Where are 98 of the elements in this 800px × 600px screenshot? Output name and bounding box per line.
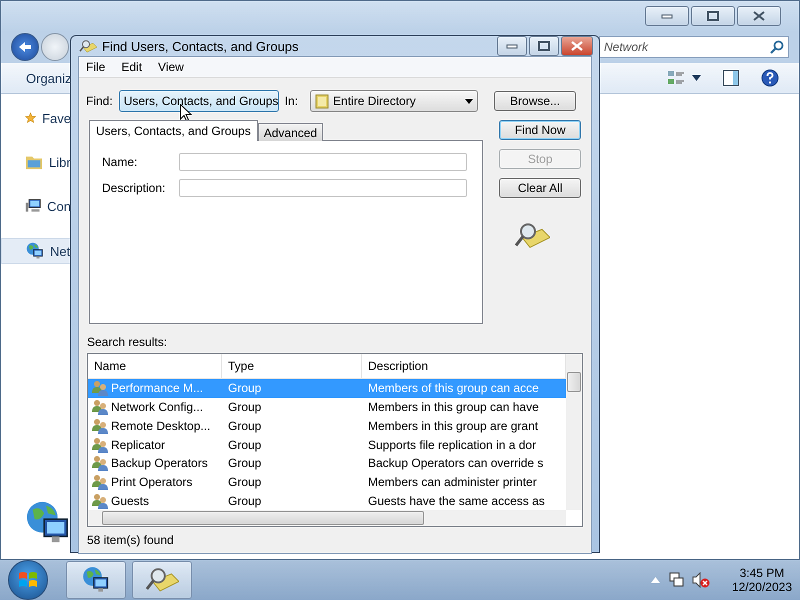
status-text: 58 item(s) found <box>86 532 175 549</box>
network-icon <box>26 242 44 260</box>
table-cell-text: Members can administer printer <box>367 474 538 489</box>
minimize-button[interactable] <box>497 36 527 56</box>
table-cell: Print Operators <box>111 474 192 489</box>
folder-icon <box>25 154 43 170</box>
table-cell-text: Group <box>227 400 262 414</box>
minimize-button[interactable] <box>645 6 689 26</box>
group-icon <box>92 380 109 396</box>
result-row[interactable]: Network Config... Group Members in this group can have <box>88 398 566 416</box>
menu-item[interactable]: View <box>157 60 185 74</box>
group-icon <box>92 492 109 509</box>
muted-speaker-icon[interactable] <box>692 572 710 588</box>
horizontal-scrollbar[interactable] <box>88 510 566 526</box>
field-label: Description: <box>102 181 166 195</box>
table-cell-text: Members in this group can have <box>367 400 540 414</box>
action-button[interactable]: Clear All <box>499 178 581 198</box>
close-button[interactable] <box>737 6 781 26</box>
find-label: Find: <box>86 94 113 108</box>
table-cell-text: Backup Operators can override s <box>367 456 544 470</box>
search-icon <box>514 221 550 250</box>
caret-icon[interactable] <box>692 75 701 81</box>
close-button[interactable] <box>561 36 593 56</box>
browse-button[interactable]: Browse... <box>494 91 576 111</box>
clock-time[interactable]: 3:45 PM <box>740 566 784 580</box>
view-icon[interactable] <box>668 71 684 85</box>
input-field[interactable] <box>179 179 467 197</box>
minimize-icon <box>661 13 673 19</box>
group-icon <box>92 455 109 472</box>
table-cell-text: Group <box>227 456 262 470</box>
maximize-icon <box>538 41 550 51</box>
result-row[interactable]: Guests Group Guests have the same access as <box>88 491 566 510</box>
menu-item[interactable]: Edit <box>120 60 144 74</box>
back-button[interactable] <box>11 33 39 61</box>
column-header[interactable]: Name <box>88 354 222 378</box>
clock-date[interactable]: 12/20/2023 <box>732 580 792 594</box>
search-icon <box>770 40 784 54</box>
search-field[interactable]: Network <box>599 36 789 58</box>
result-row[interactable]: Backup Operators Group Backup Operators can override s <box>88 454 566 473</box>
action-button[interactable]: Find Now <box>499 120 581 140</box>
maximize-icon <box>707 11 719 21</box>
close-icon <box>571 41 583 51</box>
table-cell-text: Group <box>227 474 262 489</box>
maximize-button[interactable] <box>529 36 559 56</box>
field-label: Name: <box>102 155 138 169</box>
search-icon <box>145 566 179 594</box>
book-icon <box>315 94 330 108</box>
nav-item[interactable]: Fave <box>1 106 71 130</box>
vertical-scrollbar[interactable] <box>566 354 582 510</box>
start-button[interactable] <box>8 560 48 600</box>
table-cell-text: Group <box>227 418 262 433</box>
table-cell: Performance M... <box>111 381 204 396</box>
in-label: In: <box>284 94 298 108</box>
caret-icon <box>465 98 474 104</box>
tab[interactable]: Users, Contacts, and Groups <box>89 120 258 141</box>
taskbar-button[interactable] <box>66 561 126 599</box>
group-icon <box>92 436 109 453</box>
table-cell: Guests <box>111 494 150 508</box>
close-icon <box>753 11 765 21</box>
in-dropdown[interactable]: Entire Directory <box>310 90 478 112</box>
result-row[interactable]: Remote Desktop... Group Members in this group are grant <box>88 416 566 436</box>
group-icon <box>92 399 109 416</box>
table-cell-text: Group <box>227 438 262 452</box>
tab[interactable]: Advanced <box>258 123 324 141</box>
group-icon <box>92 474 109 490</box>
table-cell: Replicator <box>111 438 166 452</box>
minimize-icon <box>506 43 518 49</box>
table-cell-text: Guests have the same access as <box>367 494 546 508</box>
network-icon[interactable] <box>668 572 684 588</box>
table-cell: Network Config... <box>111 400 204 414</box>
window-title: Find Users, Contacts, and Groups <box>102 38 300 54</box>
table-cell-text: Supports file replication in a dor <box>367 438 538 452</box>
maximize-button[interactable] <box>691 6 735 26</box>
table-cell-text: Members in this group are grant <box>367 418 540 433</box>
result-row[interactable]: Print Operators Group Members can administer printer <box>88 472 566 492</box>
flag-icon <box>18 570 38 590</box>
column-header[interactable]: Type <box>222 354 362 378</box>
network-icon <box>82 566 110 594</box>
table-cell: Remote Desktop... <box>111 418 210 433</box>
taskbar-button[interactable] <box>132 561 192 599</box>
menu-item[interactable]: File <box>85 60 106 74</box>
find-icon <box>79 38 97 54</box>
preview-pane-icon[interactable] <box>723 70 739 86</box>
organize-menu[interactable]: Organiz <box>26 70 72 86</box>
group-icon <box>92 418 109 434</box>
input-field[interactable] <box>179 153 467 171</box>
help-icon[interactable] <box>761 69 779 87</box>
nav-item[interactable]: Con <box>1 194 71 218</box>
result-row[interactable]: Replicator Group Supports file replication in a dor <box>88 435 566 454</box>
table-cell-text: Members of this group can acce <box>367 381 540 396</box>
nav-item[interactable]: Net <box>1 238 71 264</box>
table-cell-text: Group <box>227 494 262 508</box>
computer-icon <box>25 198 42 214</box>
table-cell: Backup Operators <box>111 456 208 470</box>
back-arrow-icon <box>18 41 32 53</box>
table-cell-text: Group <box>227 381 262 396</box>
nav-item[interactable]: Libr <box>1 150 71 174</box>
results-label: Search results: <box>86 334 168 351</box>
